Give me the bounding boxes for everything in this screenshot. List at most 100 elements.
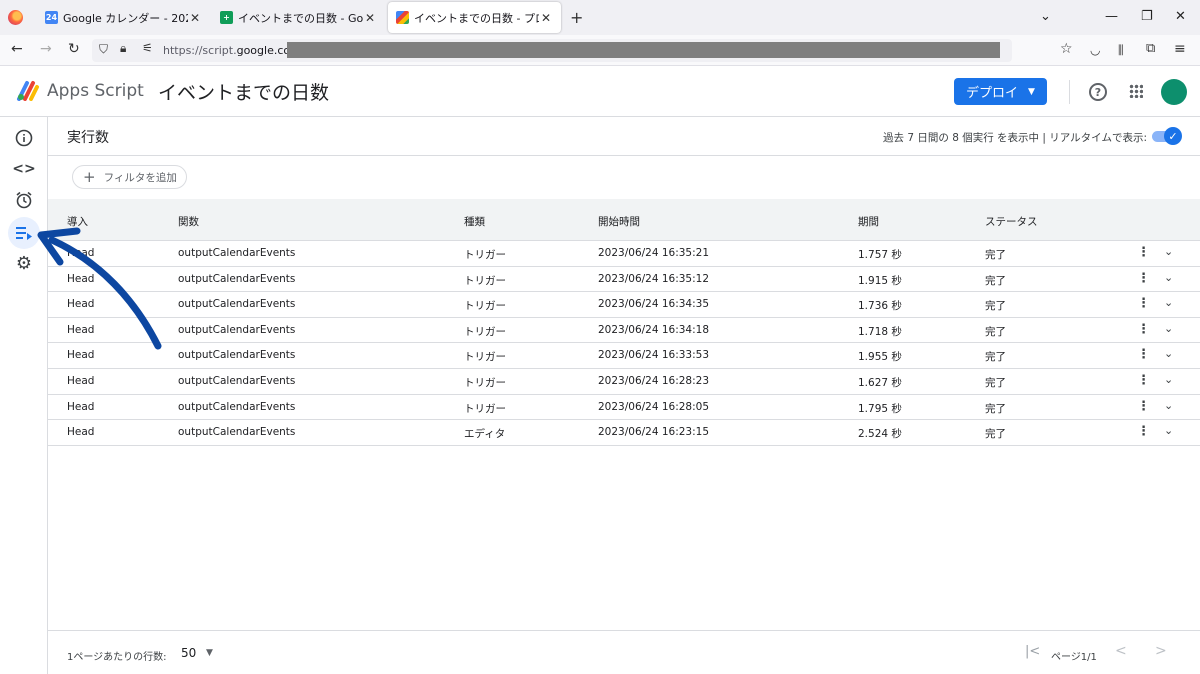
firefox-logo-icon[interactable]	[8, 10, 23, 25]
settings-icon[interactable]: ⚙	[8, 247, 40, 279]
pocket-icon[interactable]: ◡	[1090, 43, 1100, 57]
google-apps-icon[interactable]	[1129, 84, 1143, 98]
library-icon[interactable]: ⫼	[1118, 43, 1124, 58]
cell-status: 完了	[985, 300, 1006, 313]
column-header-type[interactable]: 種類	[464, 214, 485, 229]
more-vert-icon[interactable]: ⋮	[1137, 271, 1150, 286]
tab-title: Google カレンダー - 2023年 6月 2	[63, 11, 188, 25]
help-icon[interactable]: ?	[1089, 83, 1107, 101]
more-vert-icon[interactable]: ⋮	[1137, 373, 1150, 388]
cell-function: outputCalendarEvents	[178, 400, 296, 413]
sheets-favicon-icon: +	[220, 11, 233, 24]
column-header-deployment[interactable]: 導入	[67, 214, 88, 229]
cell-type: エディタ	[464, 428, 506, 441]
cell-deployment: Head	[67, 400, 95, 413]
column-header-status[interactable]: ステータス	[985, 214, 1038, 229]
close-tab-icon[interactable]: ✕	[188, 11, 202, 25]
close-tab-icon[interactable]: ✕	[539, 11, 553, 25]
chevron-down-icon[interactable]: ⌄	[1164, 399, 1173, 412]
deploy-button[interactable]: デプロイ ▼	[954, 78, 1047, 105]
lock-icon[interactable]: 🔒︎	[120, 41, 126, 56]
table-row[interactable]: Head outputCalendarEvents トリガー 2023/06/2…	[48, 395, 1200, 421]
shield-icon[interactable]: ⛉	[99, 42, 108, 57]
cell-start-time: 2023/06/24 16:34:18	[598, 323, 710, 336]
cell-duration: 1.718 秒	[858, 325, 902, 338]
new-tab-icon[interactable]: +	[570, 8, 583, 27]
table-row[interactable]: Head outputCalendarEvents トリガー 2023/06/2…	[48, 267, 1200, 293]
restore-icon[interactable]: ❐	[1141, 9, 1153, 24]
chevron-down-icon[interactable]: ⌄	[1164, 373, 1173, 386]
column-header-duration[interactable]: 期間	[858, 214, 879, 229]
add-filter-button[interactable]: + フィルタを追加	[72, 165, 187, 189]
next-page-icon[interactable]: >	[1155, 643, 1167, 659]
realtime-toggle[interactable]: ✓	[1152, 127, 1182, 145]
chevron-down-icon[interactable]: ⌄	[1164, 271, 1173, 284]
menu-icon[interactable]: ≡	[1174, 41, 1186, 57]
table-row[interactable]: Head outputCalendarEvents トリガー 2023/06/2…	[48, 369, 1200, 395]
cell-deployment: Head	[67, 426, 95, 439]
reload-icon[interactable]: ↻	[68, 41, 80, 57]
chevron-down-icon[interactable]: ⌄	[1164, 245, 1173, 258]
tab-list-chevron-icon[interactable]: ⌄	[1040, 9, 1051, 24]
app-name[interactable]: Apps Script	[47, 81, 144, 101]
extensions-icon[interactable]: ⧉	[1146, 41, 1155, 56]
avatar[interactable]	[1161, 79, 1187, 105]
executions-icon[interactable]	[8, 217, 40, 249]
first-page-icon[interactable]: |<	[1025, 644, 1040, 659]
cell-type: トリガー	[464, 376, 506, 389]
more-vert-icon[interactable]: ⋮	[1137, 245, 1150, 260]
browser-tab-bar: 24 Google カレンダー - 2023年 6月 2 ✕ + イベントまでの…	[0, 0, 1200, 35]
cell-duration: 1.955 秒	[858, 351, 902, 364]
more-vert-icon[interactable]: ⋮	[1137, 399, 1150, 414]
more-vert-icon[interactable]: ⋮	[1137, 296, 1150, 311]
browser-tab-sheets[interactable]: + イベントまでの日数 - Google スプレ ✕	[212, 2, 385, 33]
page-title: 実行数	[67, 130, 109, 146]
table-row[interactable]: Head outputCalendarEvents トリガー 2023/06/2…	[48, 241, 1200, 267]
cell-status: 完了	[985, 249, 1006, 261]
cell-start-time: 2023/06/24 16:35:21	[598, 247, 710, 259]
cell-deployment: Head	[67, 323, 95, 336]
code-icon[interactable]: <>	[8, 153, 40, 185]
browser-nav-bar: ← → ↻ ⛉ 🔒︎ ⚟ https://script.google.com/ …	[0, 35, 1200, 66]
chevron-down-icon[interactable]: ⌄	[1164, 424, 1173, 437]
rows-per-page-select[interactable]: 50	[181, 646, 196, 660]
browser-tab-calendar[interactable]: 24 Google カレンダー - 2023年 6月 2 ✕	[37, 2, 210, 33]
table-row[interactable]: Head outputCalendarEvents トリガー 2023/06/2…	[48, 318, 1200, 344]
page-info: ページ1/1	[1051, 652, 1097, 663]
table-row[interactable]: Head outputCalendarEvents エディタ 2023/06/2…	[48, 420, 1200, 446]
info-icon[interactable]	[8, 122, 40, 154]
chevron-down-icon[interactable]: ⌄	[1164, 347, 1173, 360]
cell-function: outputCalendarEvents	[178, 349, 296, 362]
cell-deployment: Head	[67, 272, 95, 285]
column-header-function[interactable]: 関数	[178, 214, 199, 229]
more-vert-icon[interactable]: ⋮	[1137, 347, 1150, 362]
caret-down-icon[interactable]: ▼	[206, 648, 213, 658]
window-close-icon[interactable]: ✕	[1175, 9, 1186, 24]
forward-icon[interactable]: →	[40, 41, 52, 57]
more-vert-icon[interactable]: ⋮	[1137, 322, 1150, 337]
close-tab-icon[interactable]: ✕	[363, 11, 377, 25]
cell-duration: 1.795 秒	[858, 402, 902, 415]
chevron-down-icon[interactable]: ⌄	[1164, 296, 1173, 309]
more-vert-icon[interactable]: ⋮	[1137, 424, 1150, 439]
cell-function: outputCalendarEvents	[178, 247, 296, 259]
cell-deployment: Head	[67, 349, 95, 362]
previous-page-icon[interactable]: <	[1115, 643, 1127, 659]
minimize-icon[interactable]: —	[1105, 9, 1118, 24]
bookmark-star-icon[interactable]: ☆	[1060, 41, 1073, 57]
permissions-icon[interactable]: ⚟	[142, 41, 153, 55]
cell-duration: 1.915 秒	[858, 274, 902, 287]
chevron-down-icon[interactable]: ⌄	[1164, 322, 1173, 335]
table-row[interactable]: Head outputCalendarEvents トリガー 2023/06/2…	[48, 343, 1200, 369]
alarm-icon[interactable]	[8, 184, 40, 216]
table-row[interactable]: Head outputCalendarEvents トリガー 2023/06/2…	[48, 292, 1200, 318]
back-icon[interactable]: ←	[11, 41, 23, 57]
column-header-start-time[interactable]: 開始時間	[598, 214, 640, 229]
executions-table-body: Head outputCalendarEvents トリガー 2023/06/2…	[48, 241, 1200, 446]
project-title[interactable]: イベントまでの日数	[158, 78, 329, 105]
apps-script-logo-icon[interactable]	[16, 79, 40, 101]
browser-tab-apps-script[interactable]: イベントまでの日数 - プロジェクトの ✕	[388, 2, 561, 33]
url-bar[interactable]: ⛉ 🔒︎ ⚟ https://script.google.com/	[92, 39, 1012, 62]
cell-type: トリガー	[464, 325, 506, 338]
check-icon: ✓	[1164, 127, 1182, 145]
